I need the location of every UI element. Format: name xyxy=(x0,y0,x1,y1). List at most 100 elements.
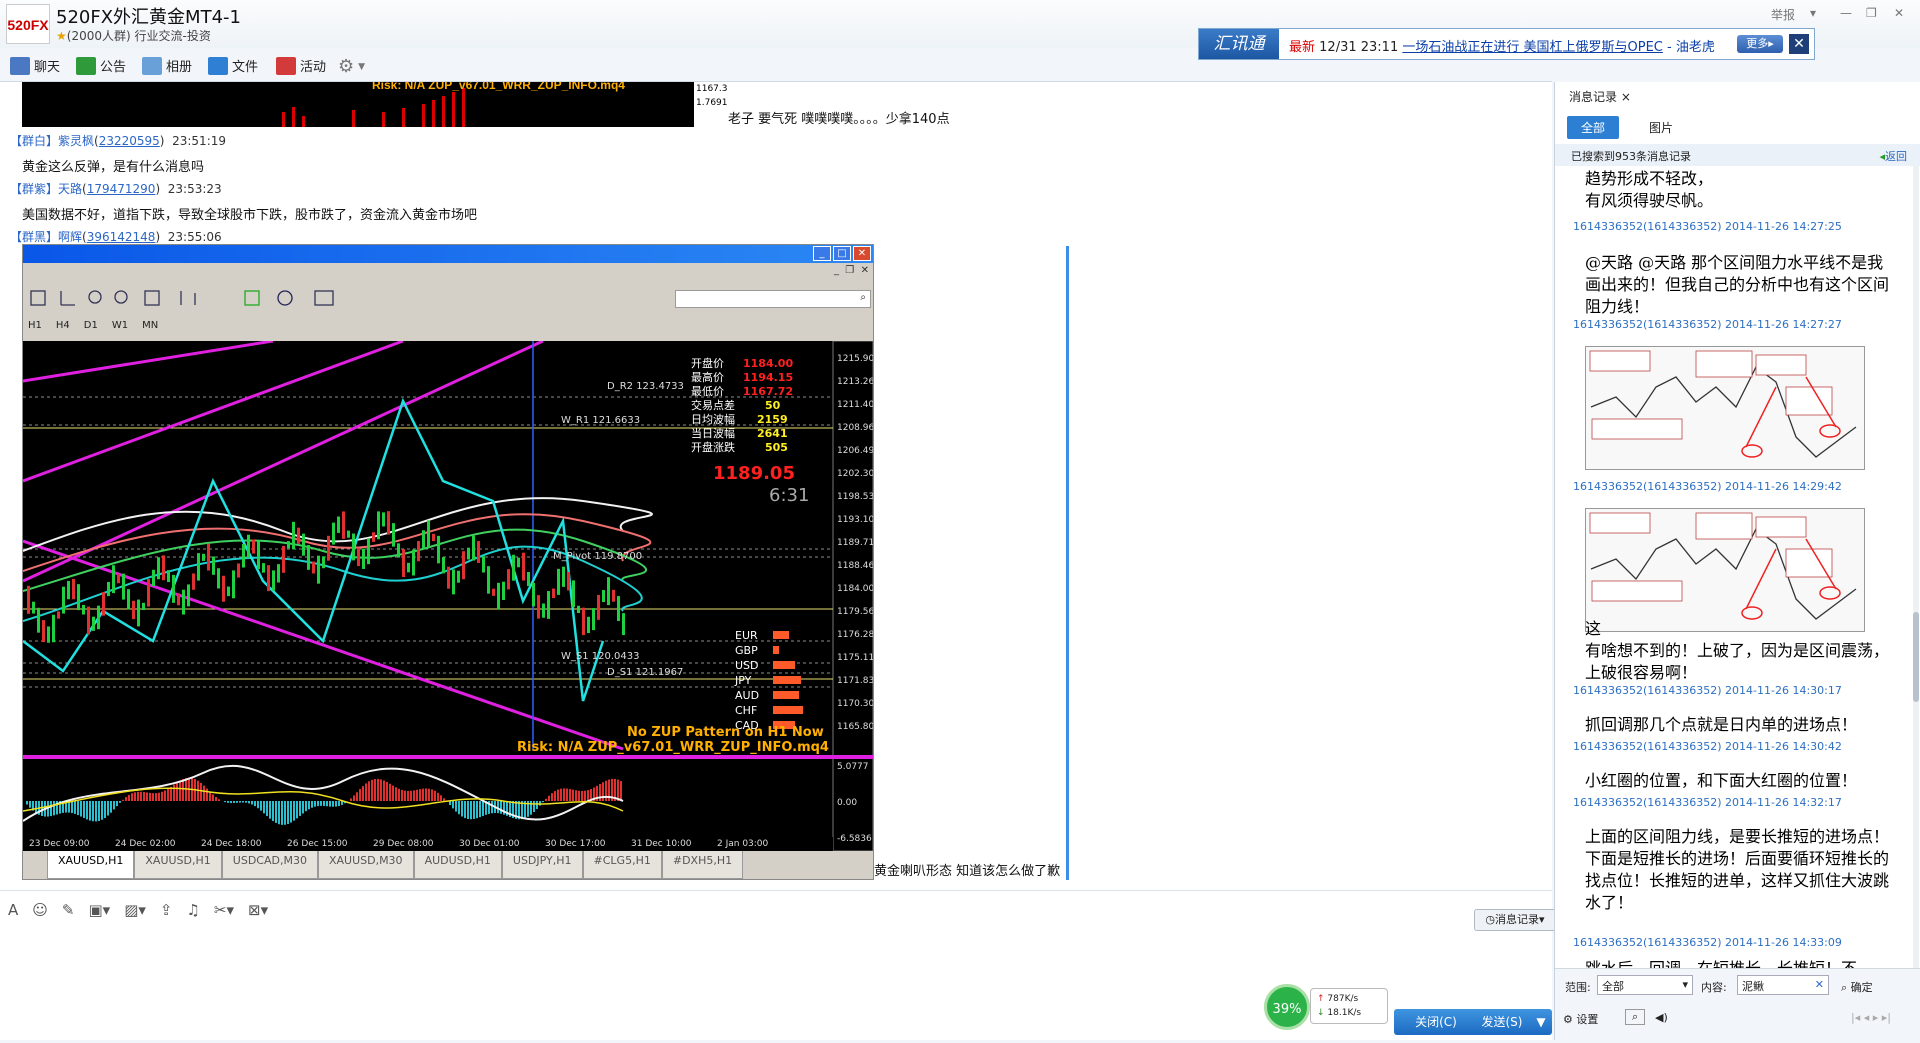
candle xyxy=(182,589,185,615)
minimize-icon[interactable]: — xyxy=(1840,6,1852,20)
oscillator-bar xyxy=(464,801,466,819)
maximize-icon[interactable]: ❐ xyxy=(1866,6,1877,20)
back-link[interactable]: ◂返回 xyxy=(1879,148,1907,164)
group-logo[interactable]: 520FX xyxy=(6,4,50,44)
close-tab-icon[interactable]: × xyxy=(1621,90,1631,104)
menu-dropdown-icon[interactable]: ▾ xyxy=(1810,6,1816,20)
candle xyxy=(72,578,75,600)
member-name[interactable]: 天路 xyxy=(58,182,82,196)
oscillator-bar xyxy=(239,801,241,803)
mt4-symbol-tab: USDJPY,H1 xyxy=(501,851,583,879)
more-tools-icon[interactable]: ⊠▾ xyxy=(248,901,268,919)
history-tab[interactable]: 消息记录 × xyxy=(1569,88,1631,105)
candle xyxy=(262,563,265,573)
tab-chat-label: 聊天 xyxy=(34,60,61,75)
oscillator-bar xyxy=(287,801,289,824)
oscillator-bar xyxy=(476,801,478,819)
oscillator-bar xyxy=(398,788,400,801)
info-value-open-change: 505 xyxy=(765,441,788,454)
close-window-icon[interactable]: ✕ xyxy=(1894,6,1904,20)
mt4-chart-screenshot[interactable]: _ □ ✕ _ ❐ ✕ ⌕ H1 H4 D1 W1 MN 开盘价 最高价 最低价… xyxy=(22,244,874,880)
chart-snippet-image[interactable]: Risk: N/A ZUP_v67.01_WRR_ZUP_INFO.mq4 11… xyxy=(22,82,728,127)
confirm-search-button[interactable]: ⌕ 确定 xyxy=(1841,979,1873,995)
send-options-chevron-icon[interactable]: ▼ xyxy=(1530,1009,1552,1035)
history-chart-thumbnail[interactable] xyxy=(1585,346,1865,470)
clear-icon[interactable]: ✕ xyxy=(1815,978,1824,991)
search-icon[interactable]: ⌕ xyxy=(1625,1009,1646,1025)
mt4-symbol-tabs: XAUUSD,H1 XAUUSD,H1 USDCAD,M30 XAUUSD,M30 AU… xyxy=(23,851,873,879)
image-icon[interactable]: ▨▾ xyxy=(124,901,146,919)
history-settings-label: 设置 xyxy=(1576,1013,1599,1026)
filter-all[interactable]: 全部 xyxy=(1567,116,1620,139)
tab-chat[interactable]: 聊天 xyxy=(10,56,60,75)
oscillator-bar xyxy=(551,793,553,801)
oscillator-bar xyxy=(560,788,562,801)
search-icon: ⌕ xyxy=(1841,981,1848,994)
font-icon[interactable]: A xyxy=(8,901,18,919)
time-axis-label: 26 Dec 15:00 xyxy=(287,839,348,849)
history-scrollbar[interactable] xyxy=(1913,166,1919,968)
screenshot-icon[interactable]: ▣▾ xyxy=(88,901,110,919)
member-name[interactable]: 啊辉 xyxy=(58,230,82,244)
history-chart-thumbnail[interactable] xyxy=(1585,508,1865,632)
report-link[interactable]: 举报 xyxy=(1771,6,1795,23)
content-search-input[interactable]: 泥鳅 ✕ xyxy=(1737,975,1829,995)
candle xyxy=(537,595,540,619)
pattern-status: No ZUP Pattern on H1 Now xyxy=(627,725,824,740)
tab-activity[interactable]: 活动 xyxy=(276,56,326,75)
member-uid-link[interactable]: 396142148 xyxy=(87,230,156,244)
history-settings-button[interactable]: ⚙ 设置 xyxy=(1563,1011,1598,1027)
candle xyxy=(542,603,545,618)
currency-usd: USD xyxy=(735,659,759,672)
member-uid-link[interactable]: 23220595 xyxy=(99,134,160,148)
tab-notice[interactable]: 公告 xyxy=(76,56,126,75)
search-result-count: 已搜索到953条消息记录 ◂返回 xyxy=(1555,144,1920,166)
time-axis-label: 30 Dec 01:00 xyxy=(459,839,520,849)
scissors-icon[interactable]: ✂▾ xyxy=(214,901,234,919)
scrollbar-thumb[interactable] xyxy=(1913,612,1919,702)
range-select[interactable]: 全部 ▾ xyxy=(1597,975,1693,995)
oscillator-bar xyxy=(311,801,313,808)
oscillator-bar xyxy=(620,781,622,801)
candle xyxy=(167,570,170,583)
candle xyxy=(97,605,100,630)
candle xyxy=(257,541,260,570)
candle xyxy=(297,527,300,544)
oscillator-bar xyxy=(407,790,409,801)
oscillator-bar xyxy=(296,801,298,819)
candle xyxy=(437,535,440,564)
oscillator-bar xyxy=(254,801,256,807)
history-message-list[interactable]: 趋势形成不轻改， 有风须得驶尽帆。 1614336352(1614336352)… xyxy=(1555,166,1920,968)
settings-menu[interactable]: ⚙ ▼ xyxy=(338,56,365,77)
speaker-icon[interactable]: ◀) xyxy=(1655,1011,1668,1024)
download-speed: 18.1K/s xyxy=(1327,1008,1362,1018)
filter-images[interactable]: 图片 xyxy=(1635,116,1687,139)
ticker-more-button[interactable]: 更多▸ xyxy=(1737,35,1783,53)
page-nav-icons[interactable]: |◂ ◂ ▸ ▸| xyxy=(1851,1011,1891,1024)
upload-icon[interactable]: ⇪ xyxy=(160,901,173,919)
send-button[interactable]: 发送(S) xyxy=(1466,1009,1538,1035)
candle xyxy=(342,511,345,539)
member-name[interactable]: 紫灵枫 xyxy=(58,134,94,148)
oscillator-bar xyxy=(293,801,295,821)
tab-files[interactable]: 文件 xyxy=(208,56,258,75)
price-axis-label: 1179.56 xyxy=(837,607,873,617)
magic-icon[interactable]: ✎ xyxy=(62,901,75,919)
oscillator-bar xyxy=(152,793,154,801)
history-message-text: 跳水后，回调，在短推长，长推短！不 xyxy=(1585,958,1891,968)
oscillator-bar xyxy=(419,789,421,801)
emoji-icon[interactable]: ☺ xyxy=(32,901,48,919)
time-axis-label: 30 Dec 17:00 xyxy=(545,839,606,849)
message-history-button[interactable]: ◷消息记录▾ xyxy=(1474,909,1556,931)
member-uid-link[interactable]: 179471290 xyxy=(87,182,156,196)
oscillator-bar xyxy=(257,801,259,809)
candle xyxy=(387,511,390,535)
oscillator-bar xyxy=(569,789,571,801)
candle xyxy=(177,593,180,606)
music-icon[interactable]: ♫ xyxy=(186,901,199,919)
mt4-toolbar-icons xyxy=(30,290,334,306)
ticker-close-icon[interactable]: ✕ xyxy=(1789,34,1809,54)
tab-album[interactable]: 相册 xyxy=(142,56,192,75)
candle xyxy=(357,547,360,567)
candle xyxy=(362,548,365,569)
